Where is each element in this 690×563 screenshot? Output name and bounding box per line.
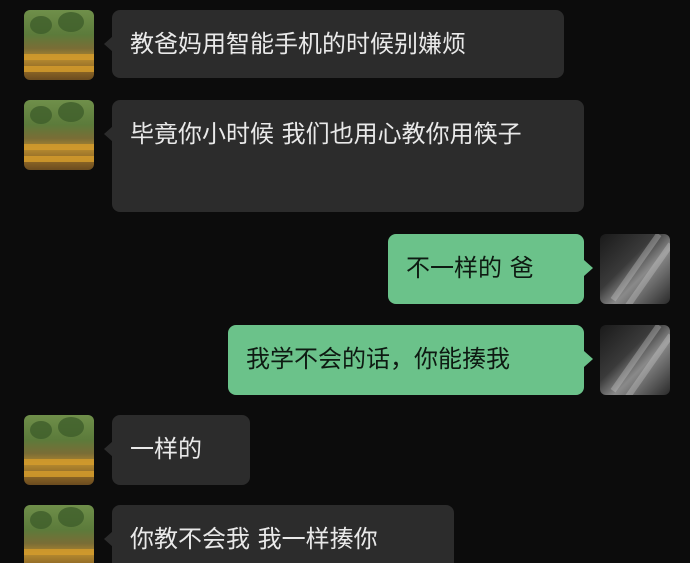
contact-avatar[interactable] (24, 100, 94, 170)
message-bubble[interactable]: 我学不会的话，你能揍我 (228, 325, 584, 395)
message-bubble[interactable]: 一样的 (112, 415, 250, 485)
message-bubble[interactable]: 不一样的 爸 (388, 234, 584, 304)
contact-avatar[interactable] (24, 415, 94, 485)
message-bubble[interactable]: 教爸妈用智能手机的时候别嫌烦 (112, 10, 564, 78)
chat-window: 教爸妈用智能手机的时候别嫌烦 毕竟你小时候 我们也用心教你用筷子 不一样的 爸 … (0, 0, 690, 563)
message-bubble[interactable]: 毕竟你小时候 我们也用心教你用筷子 (112, 100, 584, 212)
bubble-tail (584, 260, 593, 276)
bubble-tail (584, 351, 593, 367)
message-bubble[interactable]: 你教不会我 我一样揍你 (112, 505, 454, 563)
contact-avatar[interactable] (24, 505, 94, 563)
contact-avatar[interactable] (24, 10, 94, 80)
user-avatar[interactable] (600, 234, 670, 304)
user-avatar[interactable] (600, 325, 670, 395)
